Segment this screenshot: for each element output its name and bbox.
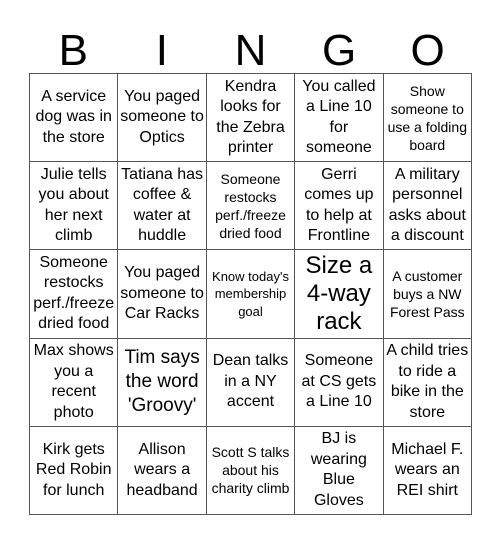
bingo-cell[interactable]: A customer buys a NW Forest Pass bbox=[383, 250, 472, 339]
bingo-cell[interactable]: Someone restocks perf./freeze dried food bbox=[30, 250, 119, 339]
bingo-cell[interactable]: Kirk gets Red Robin for lunch bbox=[30, 426, 119, 515]
cell-text: Allison wears a headband bbox=[126, 440, 198, 499]
cell-text: You paged someone to Car Racks bbox=[120, 264, 204, 323]
bingo-cell[interactable]: Gerri comes up to help at Frontline bbox=[295, 162, 384, 251]
header-letter-g: G bbox=[321, 26, 357, 75]
bingo-cell[interactable]: A military personnel asks about a discou… bbox=[383, 162, 472, 251]
bingo-cell[interactable]: Size a 4-way rack bbox=[295, 250, 384, 339]
bingo-cell[interactable]: Allison wears a headband bbox=[118, 426, 207, 515]
bingo-cell[interactable]: Kendra looks for the Zebra printer bbox=[206, 74, 296, 163]
bingo-cell[interactable]: Michael F. wears an REI shirt bbox=[383, 426, 472, 515]
bingo-cell[interactable]: A child tries to ride a bike in the stor… bbox=[383, 338, 472, 427]
cell-text: Size a 4-way rack bbox=[305, 251, 373, 335]
bingo-cell[interactable]: A service dog was in the store bbox=[30, 74, 119, 163]
bingo-cell[interactable]: BJ is wearing Blue Gloves bbox=[295, 426, 384, 515]
bingo-cell[interactable]: Tatiana has coffee & water at huddle bbox=[118, 162, 207, 251]
bingo-header: B I N G O bbox=[29, 28, 472, 74]
cell-text: Michael F. wears an REI shirt bbox=[391, 440, 464, 499]
cell-text: You called a Line 10 for someone bbox=[302, 77, 376, 157]
bingo-cell[interactable]: Julie tells you about her next climb bbox=[30, 162, 119, 251]
cell-text: Someone restocks perf./freeze dried food bbox=[215, 170, 286, 241]
bingo-cell[interactable]: Max shows you a recent photo bbox=[30, 338, 119, 427]
bingo-cell[interactable]: You paged someone to Optics bbox=[118, 74, 207, 163]
cell-text: Know today's membership goal bbox=[212, 268, 289, 319]
bingo-cell[interactable]: Someone at CS gets a Line 10 bbox=[295, 338, 384, 427]
cell-text: Dean talks in a NY accent bbox=[212, 352, 289, 411]
cell-text: A military personnel asks about a discou… bbox=[388, 165, 466, 245]
cell-text: Julie tells you about her next climb bbox=[38, 165, 109, 245]
cell-text: Gerri comes up to help at Frontline bbox=[304, 165, 374, 245]
bingo-cell[interactable]: Show someone to use a folding board bbox=[383, 74, 472, 163]
cell-text: A child tries to ride a bike in the stor… bbox=[386, 342, 469, 421]
header-letter-i: I bbox=[155, 26, 168, 75]
cell-text: Tim says the word 'Groovy' bbox=[124, 347, 200, 417]
cell-text: Someone at CS gets a Line 10 bbox=[301, 352, 377, 411]
bingo-cell[interactable]: Someone restocks perf./freeze dried food bbox=[206, 162, 296, 251]
bingo-cell[interactable]: You called a Line 10 for someone bbox=[295, 74, 384, 163]
cell-text: Someone restocks perf./freeze dried food bbox=[33, 253, 115, 333]
cell-text: Kirk gets Red Robin for lunch bbox=[35, 440, 112, 499]
header-letter-n: N bbox=[234, 26, 267, 75]
cell-text: A service dog was in the store bbox=[35, 87, 112, 146]
cell-text: Kendra looks for the Zebra printer bbox=[216, 77, 285, 157]
cell-text: Max shows you a recent photo bbox=[33, 342, 114, 421]
cell-text: Tatiana has coffee & water at huddle bbox=[121, 165, 204, 245]
cell-text: Show someone to use a folding board bbox=[387, 82, 467, 153]
cell-text: A customer buys a NW Forest Pass bbox=[389, 267, 465, 320]
cell-text: Scott S talks about his charity climb bbox=[211, 444, 290, 497]
bingo-cell[interactable]: Know today's membership goal bbox=[206, 250, 296, 339]
header-letter-o: O bbox=[410, 26, 445, 75]
bingo-cell[interactable]: Tim says the word 'Groovy' bbox=[118, 338, 207, 427]
bingo-cell[interactable]: Dean talks in a NY accent bbox=[206, 338, 296, 427]
bingo-cell[interactable]: You paged someone to Car Racks bbox=[118, 250, 207, 339]
bingo-cell[interactable]: Scott S talks about his charity climb bbox=[206, 426, 296, 515]
header-letter-b: B bbox=[58, 26, 88, 75]
cell-text: BJ is wearing Blue Gloves bbox=[310, 430, 367, 509]
cell-text: You paged someone to Optics bbox=[120, 87, 204, 146]
bingo-grid: A service dog was in the store You paged… bbox=[29, 73, 472, 515]
